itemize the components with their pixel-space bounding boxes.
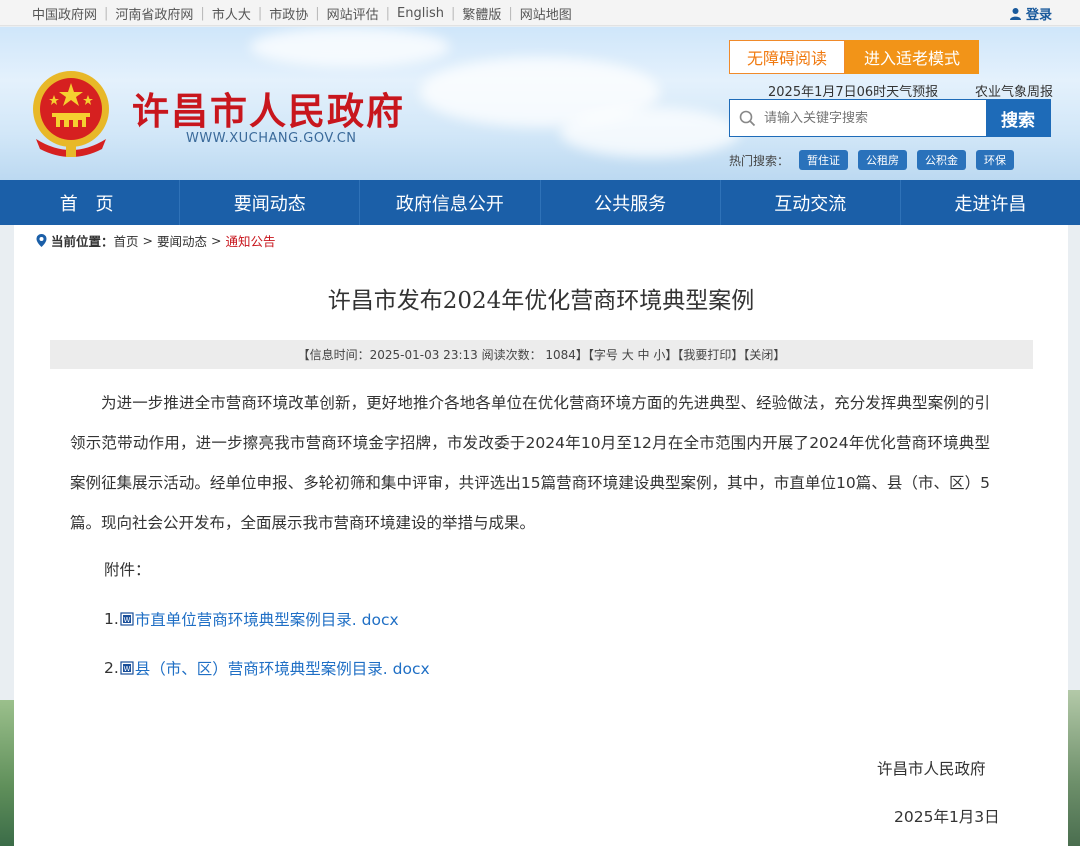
- search-box: 搜索: [729, 99, 1051, 137]
- location-pin-icon: [36, 234, 47, 247]
- breadcrumb-sep: >: [142, 233, 154, 248]
- breadcrumb: 当前位置： 首页 > 要闻动态 > 通知公告: [36, 231, 276, 250]
- nav-interaction[interactable]: 互动交流: [721, 180, 901, 225]
- search-input[interactable]: [764, 100, 986, 136]
- site-header: 许昌市人民政府 WWW.XUCHANG.GOV.CN 无障碍阅读 进入适老模式 …: [0, 27, 1080, 180]
- hot-search: 热门搜索： 暂住证 公租房 公积金 环保: [729, 150, 1015, 170]
- agri-weather-link[interactable]: 农业气象周报: [975, 81, 1053, 100]
- hot-tag-public-housing[interactable]: 公租房: [858, 150, 908, 170]
- hot-tag-environment[interactable]: 环保: [976, 150, 1015, 170]
- content-panel: 当前位置： 首页 > 要闻动态 > 通知公告 许昌市发布2024年优化营商环境典…: [14, 225, 1068, 846]
- attachment-item: 1. W 市直单位营商环境典型案例目录. docx: [104, 608, 399, 630]
- hot-search-label: 热门搜索：: [729, 153, 790, 168]
- link-cppcc[interactable]: 市政协: [262, 4, 315, 23]
- login-label: 登录: [1025, 7, 1052, 23]
- attachment-link-city-units[interactable]: 市直单位营商环境典型案例目录. docx: [135, 608, 399, 630]
- link-english[interactable]: English: [390, 6, 451, 21]
- top-bar: 中国政府网 | 河南省政府网 | 市人大 | 市政协 | 网站评估 | English | …: [0, 0, 1080, 26]
- attachment-number: 2.: [104, 659, 119, 677]
- link-gov-cn[interactable]: 中国政府网: [32, 4, 104, 23]
- top-links: 中国政府网 | 河南省政府网 | 市人大 | 市政协 | 网站评估 | English | …: [32, 0, 579, 26]
- article-date: 2025年1月3日: [894, 808, 1000, 826]
- accessible-reading-button[interactable]: 无障碍阅读: [729, 40, 845, 74]
- side-decoration-right: [1068, 690, 1080, 846]
- hot-tag-residence-permit[interactable]: 暂住证: [799, 150, 849, 170]
- attachment-link-counties[interactable]: 县（市、区）营商环境典型案例目录. docx: [135, 657, 430, 679]
- hot-tag-housing-fund[interactable]: 公积金: [917, 150, 967, 170]
- site-url: WWW.XUCHANG.GOV.CN: [186, 131, 357, 146]
- article-body: 为进一步推进全市营商环境改革创新，更好地推介各地各单位在优化营商环境方面的先进典…: [70, 394, 990, 532]
- login-link[interactable]: 登录: [1009, 0, 1052, 26]
- doc-file-icon: W: [120, 661, 134, 675]
- link-site-eval[interactable]: 网站评估: [320, 4, 386, 23]
- breadcrumb-notices[interactable]: 通知公告: [226, 231, 276, 250]
- site-title: 许昌市人民政府: [132, 89, 405, 133]
- attachment-label: 附件：: [104, 561, 151, 579]
- search-button[interactable]: 搜索: [986, 100, 1050, 136]
- nav-news[interactable]: 要闻动态: [180, 180, 361, 225]
- svg-text:W: W: [123, 665, 130, 673]
- svg-text:W: W: [123, 616, 130, 624]
- nav-public-service[interactable]: 公共服务: [541, 180, 721, 225]
- elder-mode-button[interactable]: 进入适老模式: [845, 40, 979, 74]
- link-traditional[interactable]: 繁體版: [455, 4, 508, 23]
- doc-file-icon: W: [120, 612, 134, 626]
- link-npc[interactable]: 市人大: [205, 4, 258, 23]
- breadcrumb-news[interactable]: 要闻动态: [157, 231, 207, 250]
- article-meta: 【信息时间：2025-01-03 23:13 阅读次数： 1084】【字号 大 …: [50, 340, 1033, 369]
- breadcrumb-home[interactable]: 首页: [114, 231, 139, 250]
- header-cloud: [560, 107, 740, 157]
- link-henan-gov[interactable]: 河南省政府网: [108, 4, 200, 23]
- search-icon: [730, 100, 764, 136]
- breadcrumb-sep: >: [211, 233, 222, 248]
- header-cloud: [250, 27, 450, 67]
- side-decoration-left: [0, 700, 14, 846]
- main-nav: 首 页 要闻动态 政府信息公开 公共服务 互动交流 走进许昌: [0, 180, 1080, 225]
- attachment-number: 1.: [104, 610, 119, 628]
- article-signature: 许昌市人民政府: [877, 760, 986, 778]
- nav-home[interactable]: 首 页: [0, 180, 181, 225]
- attachment-item: 2. W 县（市、区）营商环境典型案例目录. docx: [104, 657, 430, 679]
- nav-about-xuchang[interactable]: 走进许昌: [901, 180, 1080, 225]
- article-title: 许昌市发布2024年优化营商环境典型案例: [327, 288, 755, 314]
- weather-forecast-link[interactable]: 2025年1月7日06时天气预报: [768, 81, 938, 100]
- breadcrumb-label: 当前位置：: [51, 234, 114, 249]
- national-emblem-logo: [33, 71, 109, 157]
- user-icon: [1009, 7, 1021, 20]
- link-sitemap[interactable]: 网站地图: [513, 4, 579, 23]
- nav-gov-info[interactable]: 政府信息公开: [360, 180, 541, 225]
